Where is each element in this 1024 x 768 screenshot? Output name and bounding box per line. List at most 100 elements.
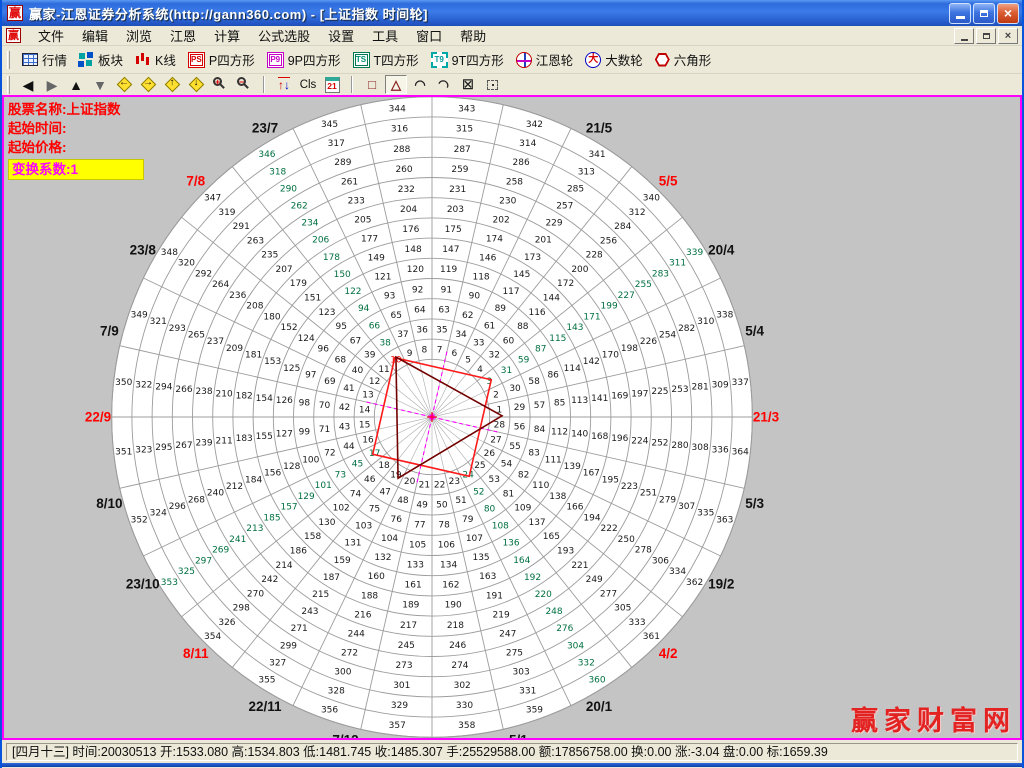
svg-text:200: 200	[571, 265, 588, 275]
svg-text:253: 253	[671, 385, 688, 395]
svg-text:232: 232	[398, 185, 415, 195]
page-left-button[interactable]: ◀	[17, 75, 39, 94]
toolbar-grip[interactable]	[7, 51, 10, 69]
draw-square-button[interactable]: □	[361, 75, 383, 94]
draw-arc-right-button[interactable]: ◠	[433, 75, 455, 94]
info-panel: 股票名称:上证指数 起始时间: 起始价格: 变换系数:1	[8, 100, 144, 180]
svg-text:326: 326	[218, 618, 235, 628]
restore-button[interactable]	[973, 3, 995, 24]
P四方形-button[interactable]: PSP四方形	[188, 50, 255, 69]
svg-text:325: 325	[178, 567, 195, 577]
板块-button[interactable]: 板块	[79, 50, 123, 69]
menu-文件[interactable]: 文件	[29, 24, 73, 47]
svg-text:267: 267	[175, 441, 192, 451]
draw-xbox-icon: ☒	[462, 77, 474, 92]
updown-adjust-button[interactable]: ↑↓	[273, 75, 295, 94]
mdi-close-button[interactable]: ×	[998, 28, 1018, 44]
menu-设置[interactable]: 设置	[319, 24, 363, 47]
svg-text:67: 67	[350, 336, 361, 346]
move-left-button[interactable]: ←	[113, 75, 135, 94]
close-button[interactable]: ×	[997, 3, 1019, 24]
move-right-button[interactable]: →	[137, 75, 159, 94]
svg-text:284: 284	[614, 222, 631, 232]
svg-text:4: 4	[477, 365, 483, 375]
svg-text:107: 107	[466, 534, 483, 544]
江恩轮-button[interactable]: 江恩轮	[516, 50, 574, 69]
svg-text:16: 16	[362, 435, 374, 445]
step-up-button[interactable]: ▲	[65, 75, 87, 94]
svg-text:44: 44	[343, 442, 355, 452]
svg-text:178: 178	[323, 253, 340, 263]
svg-text:13: 13	[362, 390, 373, 400]
menu-计算[interactable]: 计算	[205, 24, 249, 47]
draw-triangle-icon: △	[391, 77, 401, 92]
svg-text:350: 350	[115, 378, 132, 388]
六角形-button[interactable]: 六角形	[655, 50, 712, 69]
step-down-button[interactable]: ▼	[89, 75, 111, 94]
svg-text:102: 102	[333, 504, 350, 514]
svg-text:198: 198	[621, 344, 638, 354]
svg-text:275: 275	[506, 648, 523, 658]
svg-text:121: 121	[374, 273, 391, 283]
9T四方形-button[interactable]: T99T四方形	[431, 50, 504, 69]
move-down-button[interactable]: ↓	[185, 75, 207, 94]
zoom-out-button[interactable]: −	[233, 75, 255, 94]
page-right-button[interactable]: ▶	[41, 75, 63, 94]
svg-text:282: 282	[678, 324, 695, 334]
svg-text:263: 263	[247, 236, 264, 246]
svg-text:250: 250	[618, 535, 635, 545]
svg-text:270: 270	[247, 589, 264, 599]
draw-triangle-button[interactable]: △	[385, 75, 407, 94]
svg-text:92: 92	[412, 285, 423, 295]
cls-button[interactable]: Cls	[297, 75, 319, 94]
p-square-icon: PS	[188, 52, 205, 68]
menu-窗口[interactable]: 窗口	[407, 24, 451, 47]
menu-工具[interactable]: 工具	[363, 24, 407, 47]
zoom-in-button[interactable]: +	[209, 75, 231, 94]
T四方形-button[interactable]: TST四方形	[353, 50, 419, 69]
svg-text:248: 248	[545, 607, 562, 617]
minimize-button[interactable]	[949, 3, 971, 24]
行情-button[interactable]: 行情	[22, 50, 67, 69]
svg-text:268: 268	[188, 495, 205, 505]
K线-button[interactable]: K线	[135, 50, 176, 69]
9P四方形-button[interactable]: P99P四方形	[267, 50, 341, 69]
svg-text:205: 205	[354, 215, 371, 225]
大数轮-button[interactable]: 大大数轮	[585, 50, 643, 69]
step-up-icon: ▲	[69, 77, 83, 93]
menu-帮助[interactable]: 帮助	[451, 24, 495, 47]
svg-text:271: 271	[291, 624, 308, 634]
svg-text:295: 295	[155, 443, 172, 453]
mdi-minimize-icon	[961, 39, 968, 41]
svg-text:199: 199	[601, 302, 618, 312]
svg-text:278: 278	[635, 546, 652, 556]
draw-arc-left-button[interactable]: ◠	[409, 75, 431, 94]
menu-编辑[interactable]: 编辑	[73, 24, 117, 47]
calendar-icon: 21	[325, 77, 340, 93]
mdi-restore-button[interactable]	[976, 28, 996, 44]
svg-text:297: 297	[195, 556, 212, 566]
svg-text:330: 330	[456, 701, 473, 711]
calendar-button[interactable]: 21	[321, 75, 343, 94]
svg-text:131: 131	[344, 539, 361, 549]
svg-text:83: 83	[528, 449, 539, 459]
move-up-button[interactable]: ↑	[161, 75, 183, 94]
menu-公式选股[interactable]: 公式选股	[249, 24, 319, 47]
toolbar-label: 9T四方形	[452, 50, 504, 69]
svg-text:356: 356	[321, 706, 338, 716]
svg-text:48: 48	[397, 496, 409, 506]
solar-term-label: 22/9	[85, 410, 111, 425]
draw-xbox-button[interactable]: ☒	[457, 75, 479, 94]
toolbar-grip[interactable]	[7, 76, 10, 94]
svg-text:246: 246	[449, 641, 466, 651]
menu-江恩[interactable]: 江恩	[161, 24, 205, 47]
svg-text:170: 170	[602, 350, 619, 360]
svg-text:348: 348	[161, 248, 178, 258]
mdi-minimize-button[interactable]	[954, 28, 974, 44]
draw-marquee-button[interactable]	[481, 75, 503, 94]
menu-浏览[interactable]: 浏览	[117, 24, 161, 47]
svg-text:353: 353	[161, 578, 178, 588]
svg-text:172: 172	[557, 279, 574, 289]
svg-text:306: 306	[652, 556, 669, 566]
svg-text:35: 35	[436, 325, 447, 335]
